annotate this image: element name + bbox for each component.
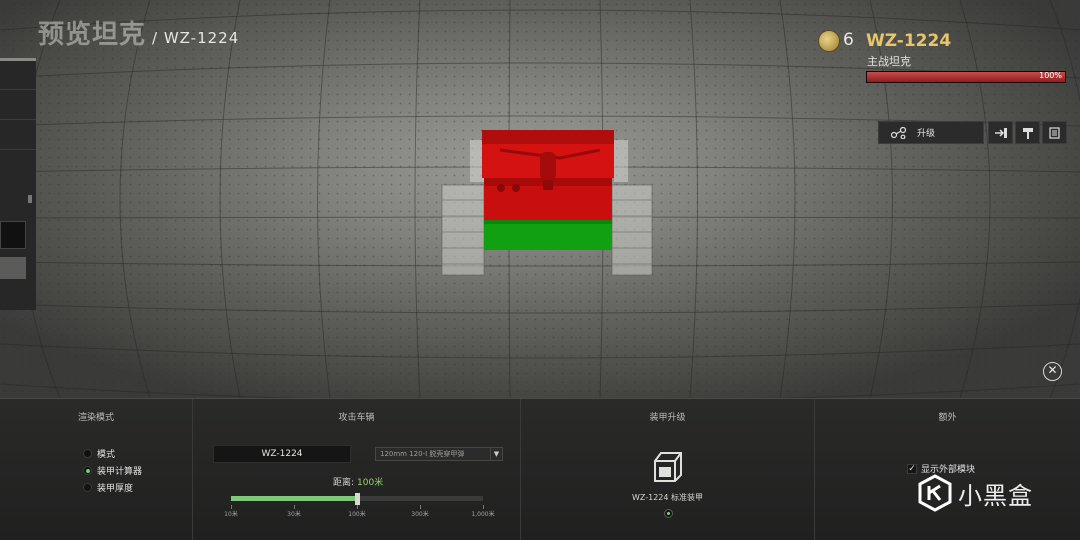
left-panel-slot[interactable] — [0, 221, 26, 249]
floor-grid — [0, 0, 1080, 398]
render-option-armor-calc[interactable]: 装甲计算器 — [83, 464, 142, 477]
exit-button[interactable] — [988, 121, 1013, 144]
extra-title: 额外 — [938, 413, 957, 423]
attacker-title: 攻击车辆 — [338, 413, 375, 423]
hp-label: 100% — [1039, 71, 1062, 80]
scale-label: 30米 — [287, 511, 301, 518]
distance-slider-handle[interactable] — [355, 493, 360, 505]
scale-label: 10米 — [224, 511, 238, 518]
tier-number: 6 — [843, 30, 854, 50]
radio-button[interactable] — [83, 449, 92, 458]
notes-icon — [1049, 126, 1060, 139]
armor-upgrade-section: 装甲升级 WZ-1224 标准装甲 — [520, 399, 814, 540]
page-subtitle: / WZ-1224 — [152, 29, 240, 47]
xiaoheihe-logo-icon — [918, 474, 952, 512]
armor-plate-icon[interactable] — [649, 447, 687, 485]
render-mode-title: 渲染模式 — [77, 413, 114, 423]
page-title-text: 预览坦克 — [38, 20, 147, 50]
radio-label: 装甲计算器 — [97, 467, 143, 477]
ammo-select-value: 120mm 120-I 脱壳穿甲弹 — [380, 450, 465, 458]
watermark-text: 小黑盒 — [958, 481, 1033, 510]
left-panel-divider — [0, 149, 36, 150]
armor-upgrade-title: 装甲升级 — [649, 413, 686, 423]
checkbox[interactable]: ✓ — [907, 463, 917, 474]
notes-button[interactable] — [1042, 121, 1067, 144]
page-title: 预览坦克 / WZ-1224 — [38, 14, 239, 51]
watermark: 小黑盒 — [918, 474, 1033, 512]
attacker-vehicle-field[interactable]: WZ-1224 — [213, 445, 351, 463]
tank-class: 主战坦克 — [867, 55, 911, 68]
distance-label: 距离: — [333, 478, 355, 488]
radio-button[interactable] — [83, 466, 92, 475]
maintenance-button[interactable] — [1015, 121, 1040, 144]
upgrade-button[interactable]: 升级 — [878, 121, 984, 144]
scale-label: 100米 — [348, 511, 366, 518]
tank-viewport[interactable]: 预览坦克 / WZ-1224 6 WZ-1224 主战坦克 100% 升级 ✕ — [0, 0, 1080, 398]
left-collapsed-panel[interactable] — [0, 58, 36, 310]
armor-item-name: WZ-1224 标准装甲 — [631, 493, 704, 502]
distance-slider-fill — [231, 496, 357, 501]
upgrade-nodes-icon — [891, 126, 907, 139]
scroll-handle[interactable] — [28, 195, 32, 203]
radio-label: 装甲厚度 — [97, 484, 134, 494]
render-mode-section: 渲染模式 模式 装甲计算器 装甲厚度 — [0, 399, 192, 540]
scale-label: 300米 — [411, 511, 429, 518]
distance-readout: 距离: 100米 — [333, 475, 383, 488]
upgrade-button-label: 升级 — [917, 129, 936, 139]
close-icon: ✕ — [1047, 363, 1058, 377]
extra-section: 额外 ✓ 显示外部模块 — [814, 399, 1080, 540]
render-option-model[interactable]: 模式 — [83, 447, 115, 460]
chevron-down-icon[interactable]: ▼ — [490, 448, 502, 460]
left-panel-button[interactable] — [0, 257, 26, 279]
bottom-control-panel: 渲染模式 模式 装甲计算器 装甲厚度 攻击车辆 WZ-1224 120mm 12… — [0, 398, 1080, 540]
distance-value: 100米 — [357, 478, 384, 488]
tank-name: WZ-1224 — [866, 31, 952, 51]
left-panel-divider — [0, 119, 36, 120]
hp-bar: 100% — [866, 71, 1066, 83]
hammer-icon — [1022, 127, 1033, 139]
left-panel-divider — [0, 89, 36, 90]
scale-label: 1,000米 — [471, 511, 495, 518]
render-option-armor-thickness[interactable]: 装甲厚度 — [83, 481, 133, 494]
armor-select-radio[interactable] — [664, 509, 673, 518]
ammo-select[interactable]: 120mm 120-I 脱壳穿甲弹 ▼ — [375, 447, 503, 461]
hp-bar-fill — [867, 72, 1065, 82]
rank-medal-icon — [818, 30, 840, 52]
exit-arrow-icon — [994, 127, 1007, 138]
close-button[interactable]: ✕ — [1043, 362, 1062, 381]
attacker-section: 攻击车辆 WZ-1224 120mm 120-I 脱壳穿甲弹 ▼ 距离: 100米… — [192, 399, 520, 540]
radio-label: 模式 — [97, 450, 116, 460]
radio-button[interactable] — [83, 483, 92, 492]
